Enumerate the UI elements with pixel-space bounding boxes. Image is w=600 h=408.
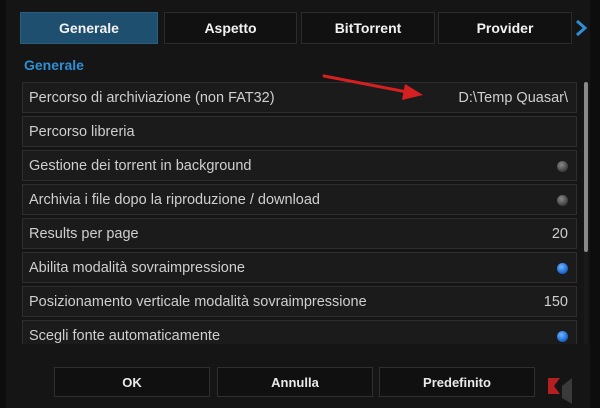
watermark-logo-icon xyxy=(548,378,572,404)
tab-aspetto[interactable]: Aspetto xyxy=(164,12,297,44)
cancel-button[interactable]: Annulla xyxy=(217,367,373,397)
annotation-arrow-icon xyxy=(322,74,423,100)
setting-label: Posizionamento verticale modalità sovrai… xyxy=(29,294,367,310)
settings-list: Percorso di archiviazione (non FAT32) D:… xyxy=(22,82,578,344)
toggle-on-icon[interactable] xyxy=(557,263,568,274)
setting-label: Abilita modalità sovraimpressione xyxy=(29,260,245,276)
settings-dialog: Generale Aspetto BitTorrent Provider Gen… xyxy=(6,0,590,408)
scrollbar-thumb[interactable] xyxy=(584,82,588,252)
setting-overlay-mode[interactable]: Abilita modalità sovraimpressione xyxy=(22,252,577,283)
toggle-off-icon[interactable] xyxy=(557,161,568,172)
setting-label: Percorso libreria xyxy=(29,124,135,140)
setting-library-path[interactable]: Percorso libreria xyxy=(22,116,577,147)
setting-storage-path[interactable]: Percorso di archiviazione (non FAT32) D:… xyxy=(22,82,577,113)
setting-overlay-vertical-position[interactable]: Posizionamento verticale modalità sovrai… xyxy=(22,286,577,317)
next-tab-arrow-icon[interactable] xyxy=(572,16,590,40)
setting-archive-files[interactable]: Archivia i file dopo la riproduzione / d… xyxy=(22,184,577,215)
toggle-on-icon[interactable] xyxy=(557,331,568,342)
tab-bittorrent[interactable]: BitTorrent xyxy=(301,12,435,44)
setting-label: Gestione dei torrent in background xyxy=(29,158,252,174)
setting-label: Scegli fonte automaticamente xyxy=(29,328,221,344)
setting-label: Results per page xyxy=(29,226,139,242)
setting-value: 20 xyxy=(551,226,568,242)
section-title: Generale xyxy=(24,57,84,73)
setting-value: 150 xyxy=(543,294,568,310)
tab-provider[interactable]: Provider xyxy=(438,12,572,44)
ok-button[interactable]: OK xyxy=(54,367,210,397)
default-button[interactable]: Predefinito xyxy=(379,367,535,397)
setting-value: D:\Temp Quasar\ xyxy=(458,90,568,106)
setting-auto-source[interactable]: Scegli fonte automaticamente xyxy=(22,320,577,344)
toggle-off-icon[interactable] xyxy=(557,195,568,206)
setting-label: Percorso di archiviazione (non FAT32) xyxy=(29,90,275,106)
setting-results-per-page[interactable]: Results per page 20 xyxy=(22,218,577,249)
setting-background-torrents[interactable]: Gestione dei torrent in background xyxy=(22,150,577,181)
settings-scrollbar[interactable] xyxy=(584,82,588,344)
setting-label: Archivia i file dopo la riproduzione / d… xyxy=(29,192,320,208)
tab-generale[interactable]: Generale xyxy=(20,12,158,44)
